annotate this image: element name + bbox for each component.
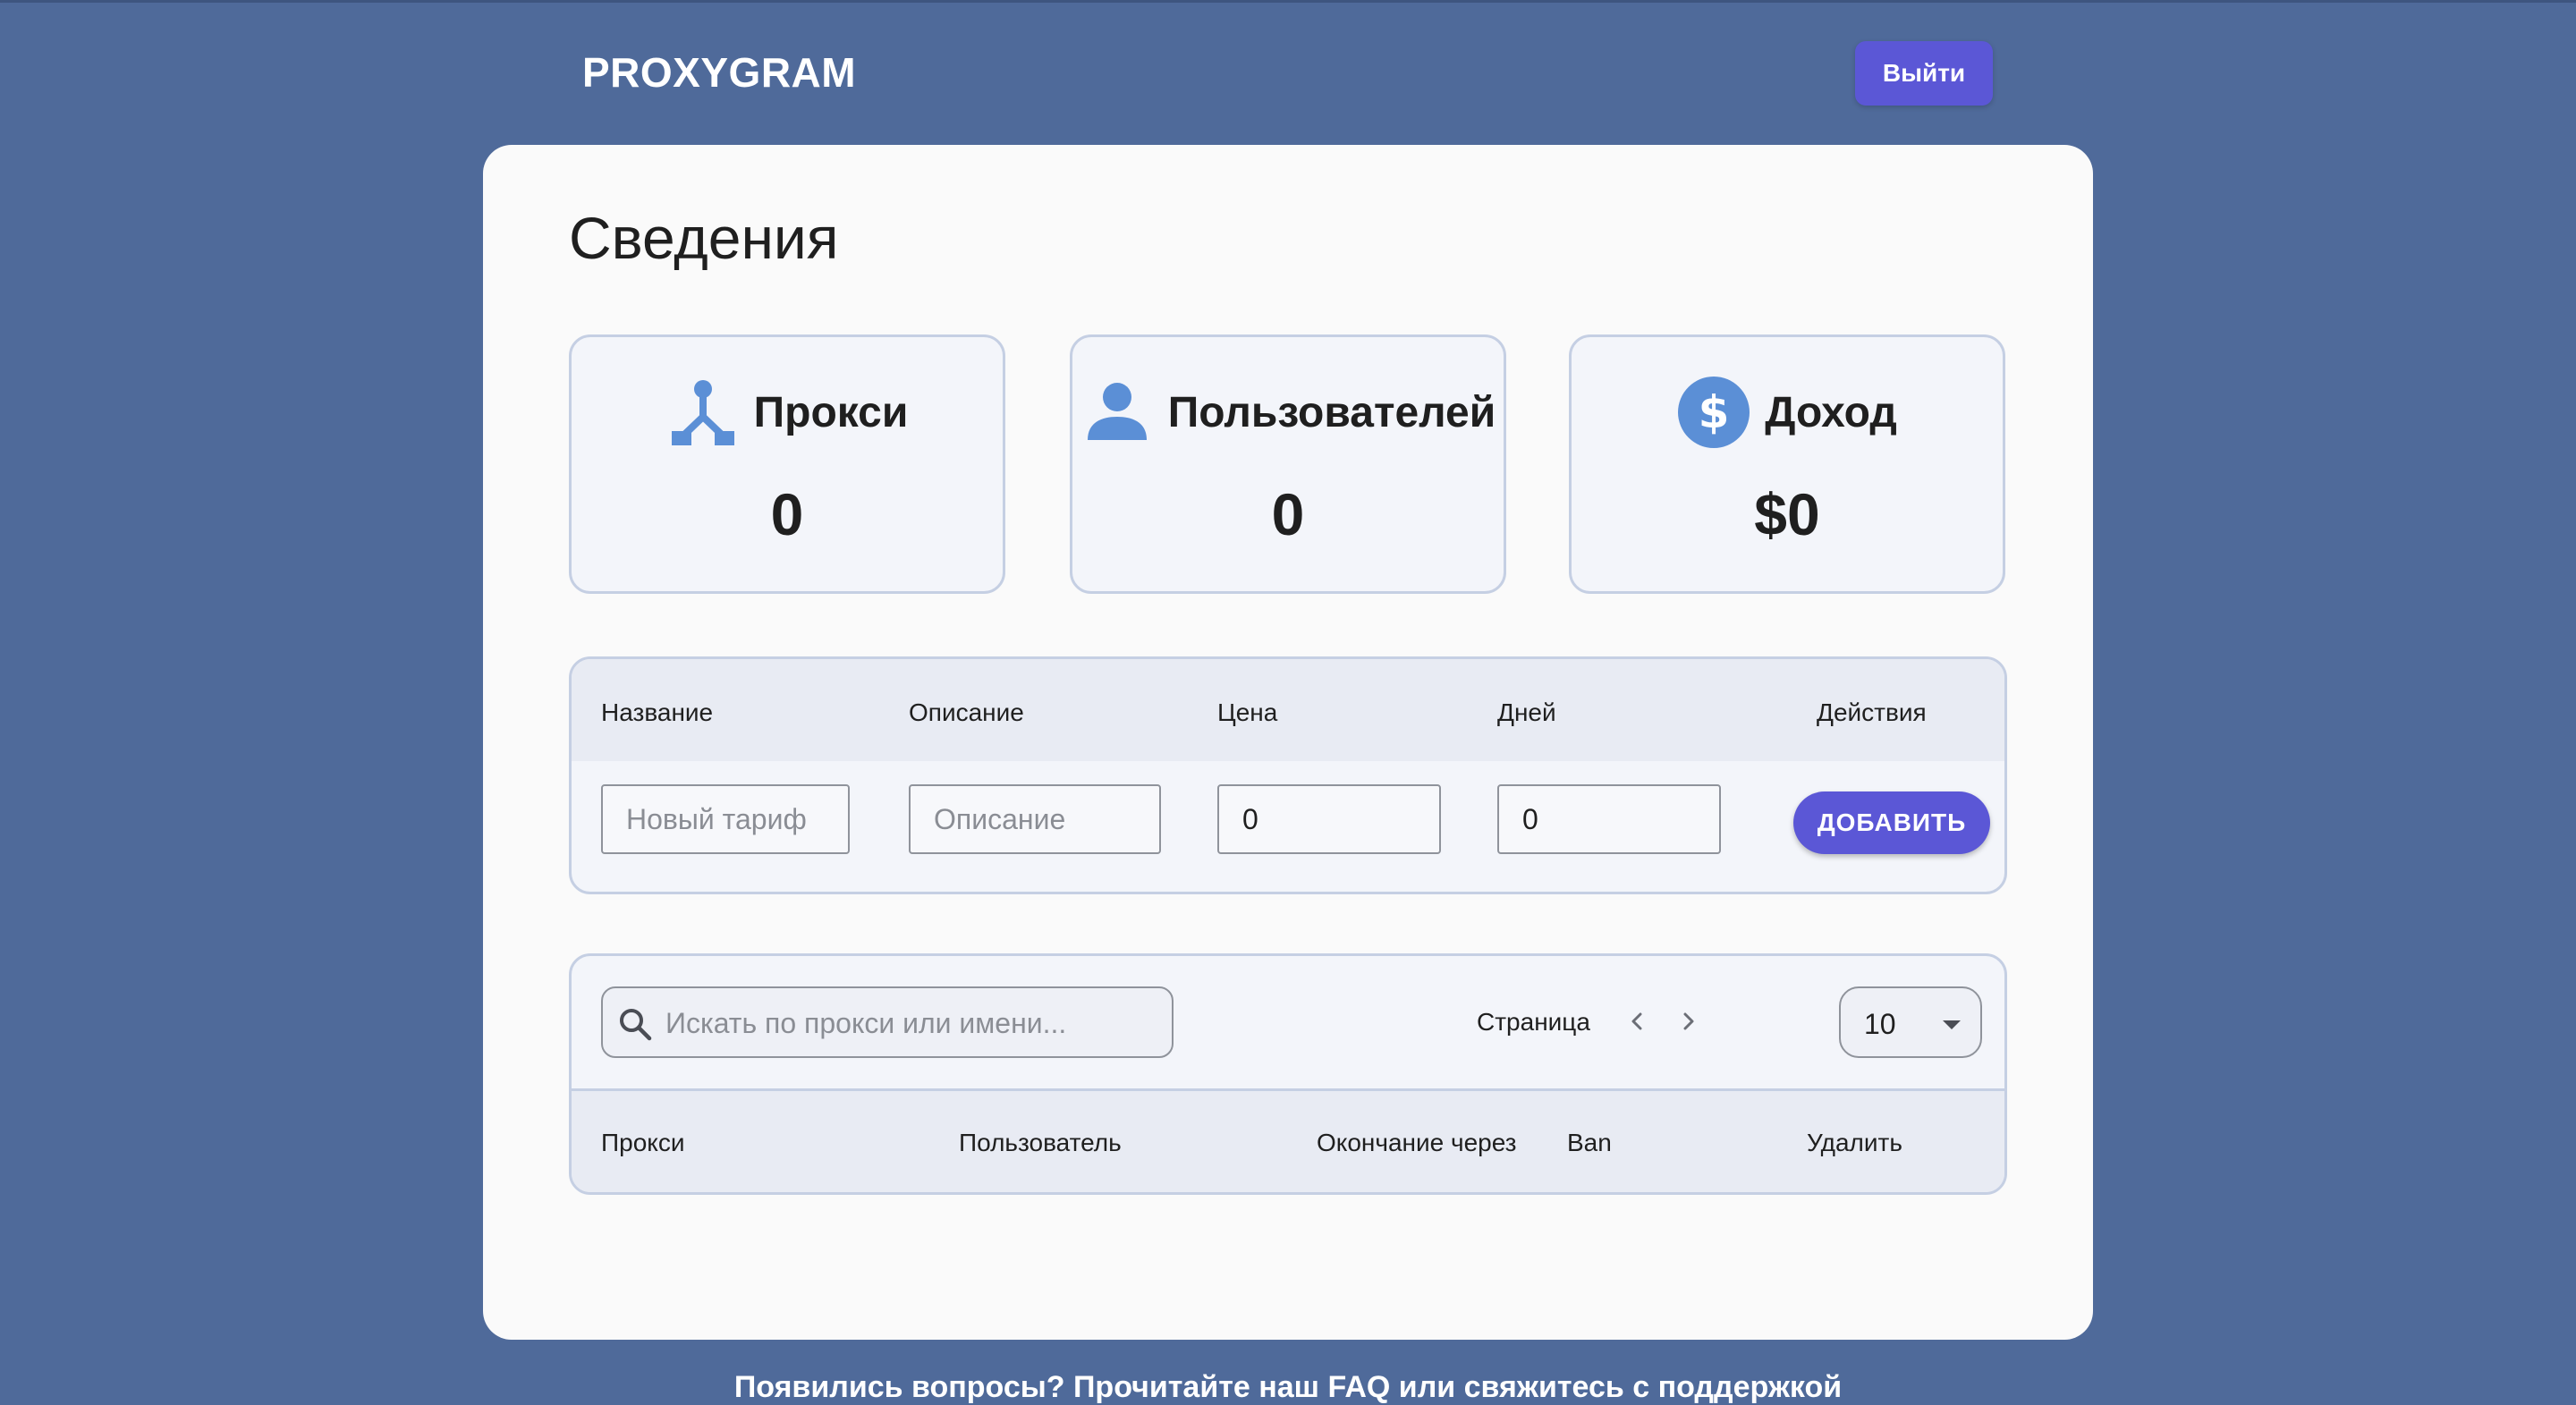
- dollar-icon: $: [1677, 376, 1750, 449]
- chevron-right-icon[interactable]: [1673, 1006, 1703, 1037]
- stat-label-users: Пользователей: [1167, 388, 1496, 436]
- proxy-table-header: Прокси Пользователь Окончание через Ban …: [572, 1091, 2004, 1192]
- add-tariff-button[interactable]: ДОБАВИТЬ: [1793, 791, 1990, 854]
- brand-logo[interactable]: PROXYGRAM: [582, 48, 856, 97]
- stat-card-income: $ Доход $0: [1569, 334, 2005, 594]
- column-delete: Удалить: [1807, 1129, 1902, 1156]
- proxy-hub-icon: [666, 376, 740, 449]
- stat-card-proxies: Прокси 0: [569, 334, 1005, 594]
- column-ban: Ban: [1567, 1129, 1612, 1156]
- page-size-select[interactable]: 10: [1839, 986, 1982, 1058]
- search-box[interactable]: [601, 986, 1174, 1058]
- column-description: Описание: [909, 698, 1024, 726]
- column-days: Дней: [1497, 698, 1556, 726]
- search-icon: [620, 1009, 652, 1041]
- search-input[interactable]: [664, 990, 1159, 1056]
- column-proxy: Прокси: [601, 1129, 685, 1156]
- main-card: Сведения Прокси 0 Пользователей 0 $ Дохо…: [483, 145, 2093, 1340]
- proxy-table-panel: Страница 10 Прокси Пользователь Окончани…: [569, 953, 2007, 1195]
- user-icon: [1080, 376, 1154, 449]
- stat-value-proxies: 0: [770, 481, 804, 547]
- column-actions: Действия: [1817, 698, 1927, 726]
- stat-card-users: Пользователей 0: [1070, 334, 1506, 594]
- stat-value-users: 0: [1271, 481, 1305, 547]
- tariff-form-header: Название Описание Цена Дней Действия: [572, 659, 2004, 761]
- column-expires: Окончание через: [1317, 1129, 1517, 1156]
- svg-text:$: $: [1699, 386, 1730, 438]
- tariff-price-input[interactable]: [1217, 784, 1441, 854]
- logout-button[interactable]: Выйти: [1855, 41, 1993, 106]
- caret-down-icon: [1943, 1020, 1961, 1029]
- tariff-form-panel: Название Описание Цена Дней Действия ДОБ…: [569, 656, 2007, 894]
- tariff-days-input[interactable]: [1497, 784, 1721, 854]
- page-label: Страница: [1477, 1008, 1590, 1036]
- proxy-table-toolbar: Страница 10: [572, 956, 2004, 1091]
- column-user: Пользователь: [959, 1129, 1122, 1156]
- page-title: Сведения: [569, 205, 839, 271]
- tariff-description-input[interactable]: [909, 784, 1161, 854]
- tariff-name-input[interactable]: [601, 784, 850, 854]
- footer-help-text[interactable]: Появились вопросы? Прочитайте наш FAQ ил…: [0, 1370, 2576, 1405]
- stat-label-proxies: Прокси: [753, 388, 909, 436]
- column-price: Цена: [1217, 698, 1278, 726]
- chevron-left-icon[interactable]: [1623, 1006, 1653, 1037]
- stat-label-income: Доход: [1765, 388, 1897, 436]
- page-size-value: 10: [1864, 1008, 1896, 1040]
- header: PROXYGRAM Выйти: [0, 0, 2576, 143]
- column-name: Название: [601, 698, 714, 726]
- stat-value-income: $0: [1754, 481, 1820, 547]
